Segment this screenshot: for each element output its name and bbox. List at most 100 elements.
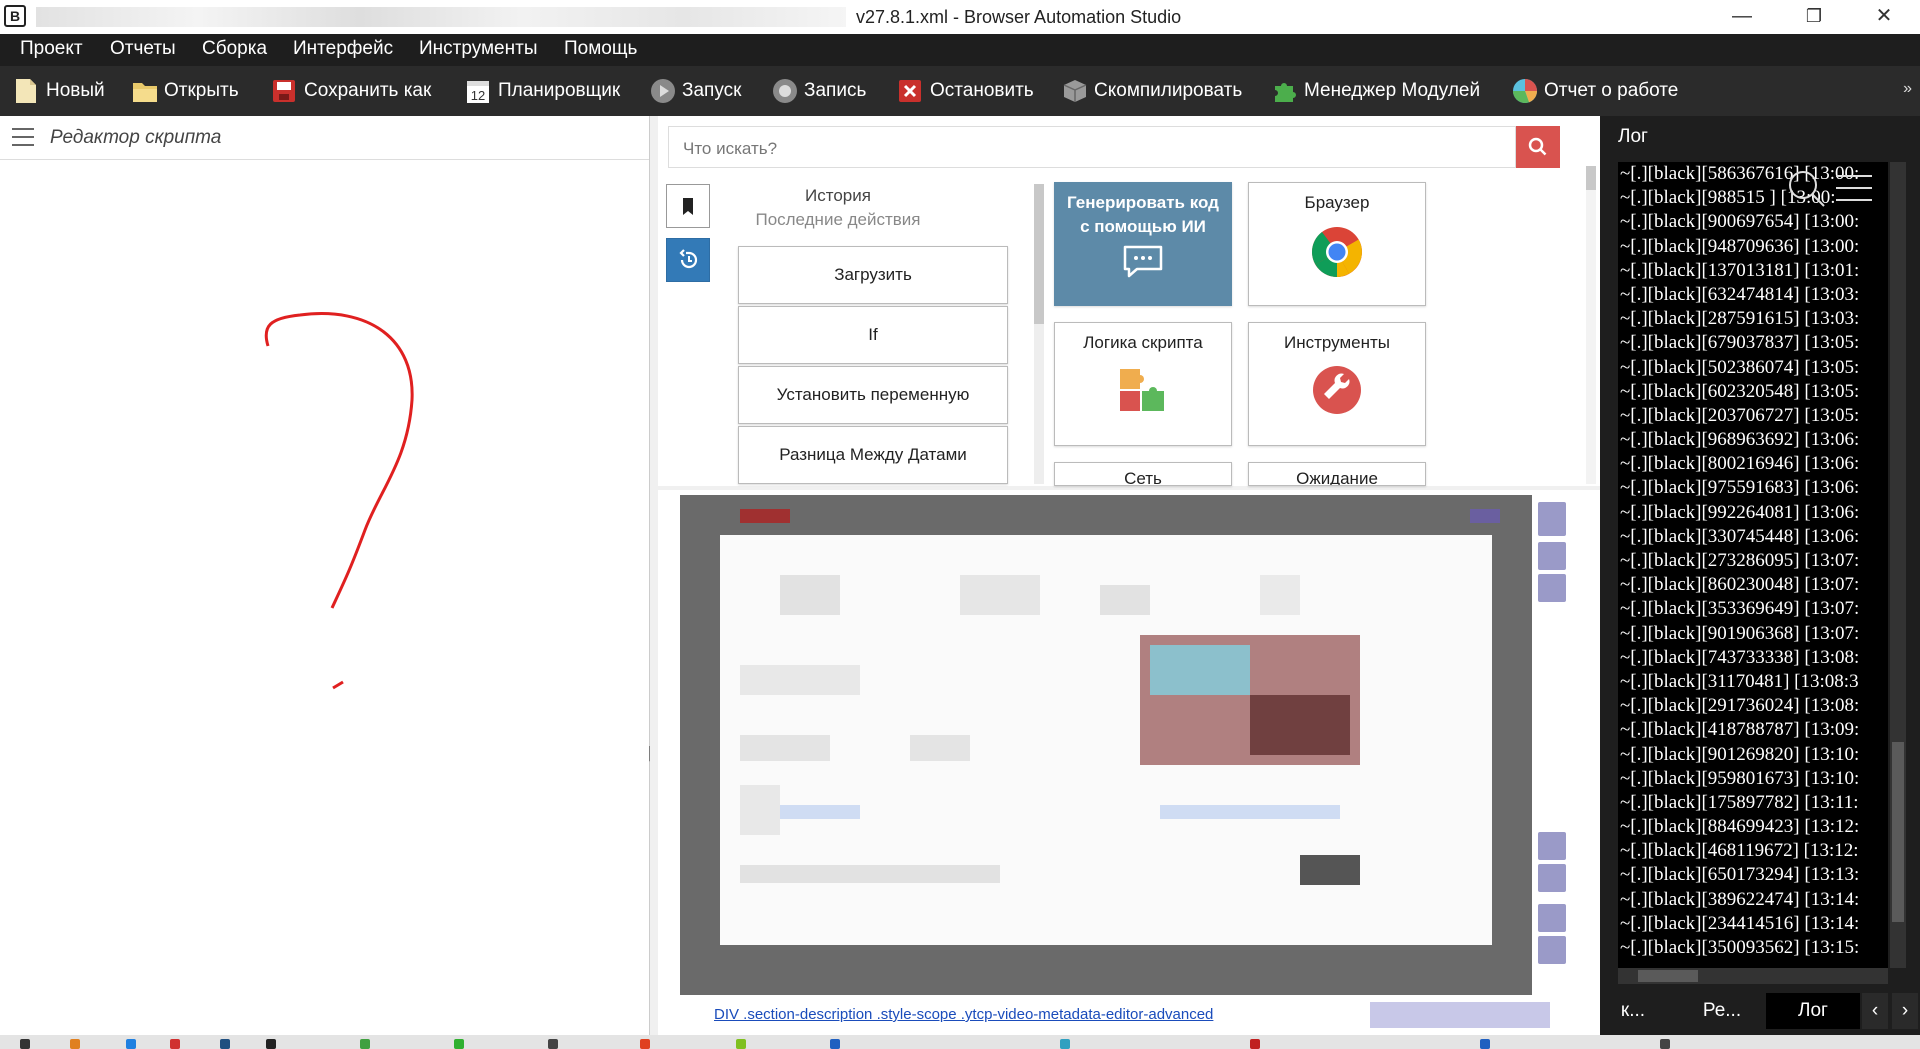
tile-script-logic[interactable]: Логика скрипта <box>1054 322 1232 446</box>
module-manager-label: Менеджер Модулей <box>1304 80 1481 101</box>
log-line: ~[.][black][975591683] [13:06: <box>1620 477 1860 499</box>
scroll-bottom-icon[interactable] <box>1538 936 1566 964</box>
wrench-icon <box>1313 366 1361 414</box>
module-manager-button[interactable]: Менеджер Модулей <box>1272 76 1480 106</box>
fullscreen-icon[interactable] <box>1538 542 1566 570</box>
scheduler-button[interactable]: 12 Планировщик <box>466 76 620 106</box>
tab-first[interactable]: к... <box>1606 993 1660 1029</box>
history-item[interactable]: Разница Между Датами <box>738 426 1008 484</box>
compile-label: Скомпилировать <box>1094 80 1243 101</box>
element-selector-path[interactable]: DIV .section-description .style-scope .y… <box>714 1006 1213 1023</box>
open-button[interactable]: Открыть <box>132 76 239 106</box>
log-panel: Лог ~[.][black][586367616] [13:00: ~[.][… <box>1600 116 1920 1035</box>
log-line: ~[.][black][650173294] [13:13: <box>1620 864 1860 886</box>
log-line: ~[.][black][968963692] [13:06: <box>1620 429 1860 451</box>
minimize-button[interactable]: — <box>1712 0 1772 34</box>
maximize-button[interactable]: ❐ <box>1784 0 1844 34</box>
title-bar: B v27.8.1.xml - Browser Automation Studi… <box>0 0 1920 34</box>
open-label: Открыть <box>164 80 239 101</box>
run-button[interactable]: Запуск <box>650 76 741 106</box>
log-line: ~[.][black][350093562] [13:15: <box>1620 937 1860 958</box>
log-line: ~[.][black][948709636] [13:00: <box>1620 235 1860 257</box>
scroll-down-icon[interactable] <box>1538 904 1566 932</box>
log-line: ~[.][black][330745448] [13:06: <box>1620 525 1860 547</box>
navigation-arrows[interactable] <box>1370 1002 1550 1028</box>
history-button[interactable] <box>666 238 710 282</box>
log-line: ~[.][black][900697654] [13:00: <box>1620 211 1860 233</box>
menu-project[interactable]: Проект <box>20 38 83 60</box>
script-editor-title: Редактор скрипта <box>50 127 222 148</box>
chrome-icon <box>1312 227 1362 277</box>
tab-scroll-left-button[interactable]: ‹ <box>1862 993 1888 1029</box>
scroll-top-icon[interactable] <box>1538 832 1566 860</box>
history-item[interactable]: If <box>738 306 1008 364</box>
tile-browser-label: Браузер <box>1304 193 1370 212</box>
menu-reports[interactable]: Отчеты <box>110 38 176 60</box>
wifi-icon[interactable] <box>1538 502 1566 536</box>
action-search-input[interactable]: Что искать? <box>668 126 1516 168</box>
bookmark-icon <box>683 198 693 215</box>
app-icon: B <box>4 5 26 27</box>
log-line: ~[.][black][418788787] [13:09: <box>1620 719 1860 741</box>
tab-log[interactable]: Лог <box>1766 993 1860 1029</box>
log-line: ~[.][black][602320548] [13:05: <box>1620 380 1860 402</box>
log-line: ~[.][black][992264081] [13:06: <box>1620 501 1860 523</box>
log-vertical-scrollbar[interactable] <box>1890 162 1906 968</box>
report-button[interactable]: Отчет о работе <box>1512 76 1678 106</box>
menu-interface[interactable]: Интерфейс <box>293 38 393 60</box>
script-canvas[interactable] <box>0 160 650 1035</box>
log-search-icon[interactable] <box>1784 166 1828 210</box>
stop-icon <box>898 78 922 104</box>
scheduler-label: Планировщик <box>498 80 621 101</box>
taskbar <box>0 1035 1920 1049</box>
tab-resources[interactable]: Ре... <box>1682 993 1762 1029</box>
close-button[interactable]: ✕ <box>1854 0 1914 34</box>
menu-help[interactable]: Помощь <box>564 38 637 60</box>
gear-icon[interactable] <box>1538 574 1566 602</box>
log-tab-bar: к... Ре... Лог ‹ › <box>1600 985 1920 1035</box>
toolbar-overflow-button[interactable]: » <box>1903 80 1912 98</box>
menu-build[interactable]: Сборка <box>202 38 267 60</box>
bookmark-button[interactable] <box>666 184 710 228</box>
history-scrollbar[interactable] <box>1034 184 1044 484</box>
save-as-button[interactable]: Сохранить как <box>272 76 431 106</box>
log-line: ~[.][black][291736024] [13:08: <box>1620 695 1860 717</box>
menu-tools[interactable]: Инструменты <box>419 38 537 60</box>
tile-browser[interactable]: Браузер <box>1248 182 1426 306</box>
history-icon <box>679 249 698 269</box>
compile-button[interactable]: Скомпилировать <box>1062 76 1242 106</box>
calendar-number: 12 <box>471 88 485 103</box>
calendar-icon: 12 <box>466 78 490 104</box>
history-item[interactable]: Загрузить <box>738 246 1008 304</box>
log-line: ~[.][black][234414516] [13:14: <box>1620 912 1860 934</box>
log-line: ~[.][black][287591615] [13:03: <box>1620 308 1860 330</box>
new-file-icon <box>14 78 38 104</box>
tile-wait[interactable]: Ожидание <box>1248 462 1426 486</box>
tile-network[interactable]: Сеть <box>1054 462 1232 486</box>
tile-tools[interactable]: Инструменты <box>1248 322 1426 446</box>
new-button[interactable]: Новый <box>14 76 105 106</box>
tab-scroll-right-button[interactable]: › <box>1892 993 1918 1029</box>
search-icon <box>1528 137 1547 156</box>
stop-label: Остановить <box>930 80 1034 101</box>
record-button[interactable]: Запись <box>772 76 866 106</box>
open-folder-icon <box>132 78 157 104</box>
history-item[interactable]: Установить переменную <box>738 366 1008 424</box>
save-icon <box>272 78 296 104</box>
log-line: ~[.][black][353369649] [13:07: <box>1620 598 1860 620</box>
log-output[interactable]: ~[.][black][586367616] [13:00: ~[.][blac… <box>1618 162 1888 968</box>
log-line: ~[.][black][743733338] [13:08: <box>1620 646 1860 668</box>
hamburger-menu-icon[interactable] <box>12 128 34 146</box>
actions-scrollbar[interactable] <box>1586 166 1596 484</box>
scroll-up-icon[interactable] <box>1538 864 1566 892</box>
tile-generate-code-ai[interactable]: Генерировать код с помощью ИИ <box>1054 182 1232 306</box>
history-heading: История Последние действия <box>738 184 938 232</box>
log-horizontal-scrollbar[interactable] <box>1618 968 1888 984</box>
browser-preview-panel: DIV .section-description .style-scope .y… <box>658 490 1600 1035</box>
browser-screenshot-blurred[interactable] <box>680 495 1532 995</box>
search-button[interactable] <box>1516 126 1560 168</box>
report-label: Отчет о работе <box>1544 80 1679 101</box>
stop-button[interactable]: Остановить <box>898 76 1034 106</box>
log-line: ~[.][black][860230048] [13:07: <box>1620 574 1860 596</box>
log-menu-icon[interactable] <box>1832 166 1876 210</box>
